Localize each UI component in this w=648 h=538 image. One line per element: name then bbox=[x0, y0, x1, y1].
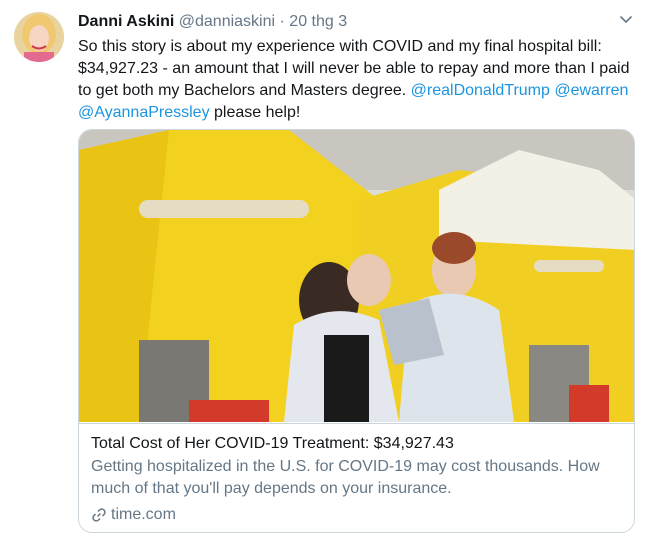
link-card[interactable]: Total Cost of Her COVID-19 Treatment: $3… bbox=[78, 129, 635, 533]
mention-ayannapressley[interactable]: @AyannaPressley bbox=[78, 104, 210, 121]
chevron-down-icon[interactable] bbox=[618, 12, 634, 28]
avatar-image bbox=[14, 12, 64, 62]
avatar[interactable] bbox=[14, 12, 64, 62]
tweet[interactable]: Danni Askini @danniaskini · 20 thg 3 So … bbox=[0, 0, 648, 538]
card-image bbox=[79, 130, 634, 422]
card-description: Getting hospitalized in the U.S. for COV… bbox=[91, 458, 600, 497]
mention-ewarren[interactable]: @ewarren bbox=[554, 82, 628, 99]
mention-realdonaldtrump[interactable]: @realDonaldTrump bbox=[411, 82, 550, 99]
tweet-body-end: please help! bbox=[214, 104, 301, 121]
tweet-header: Danni Askini @danniaskini · 20 thg 3 bbox=[78, 12, 608, 32]
tweet-text: So this story is about my experience wit… bbox=[78, 36, 634, 124]
card-domain: time.com bbox=[111, 506, 176, 523]
author-name[interactable]: Danni Askini bbox=[78, 13, 174, 30]
card-body: Total Cost of Her COVID-19 Treatment: $3… bbox=[79, 423, 634, 532]
card-title[interactable]: Total Cost of Her COVID-19 Treatment: $3… bbox=[91, 434, 624, 454]
link-icon bbox=[92, 508, 106, 522]
separator-dot: · bbox=[279, 13, 285, 30]
tweet-timestamp[interactable]: 20 thg 3 bbox=[289, 13, 347, 30]
card-domain-row: time.com bbox=[91, 504, 624, 526]
author-handle[interactable]: @danniaskini bbox=[179, 13, 275, 30]
